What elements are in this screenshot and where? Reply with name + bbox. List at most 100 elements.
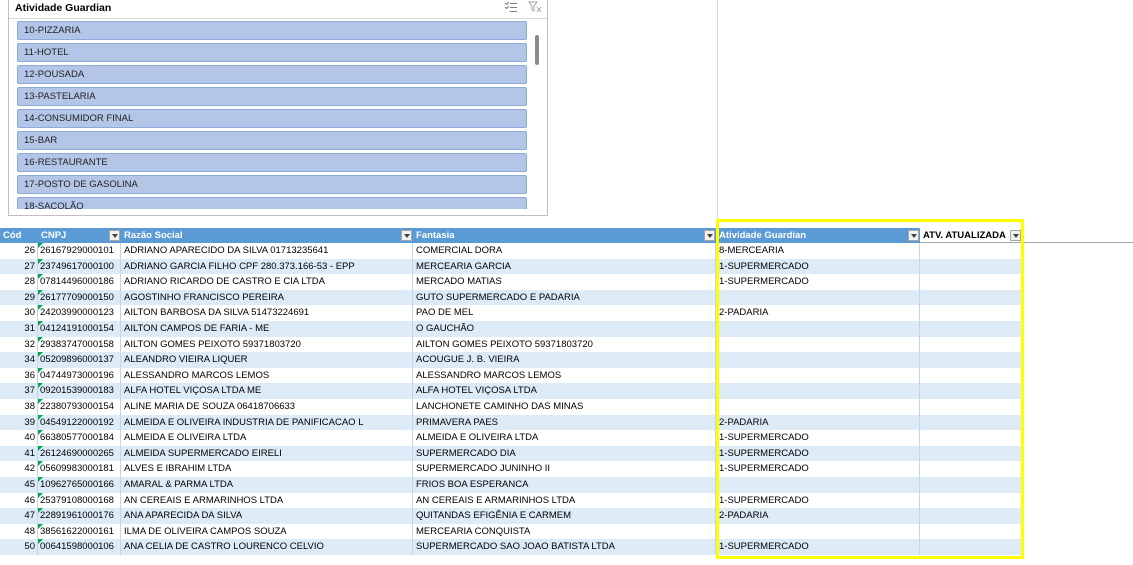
- cell-cod[interactable]: 48: [0, 523, 38, 540]
- cell-cnpj[interactable]: 07814496000186: [38, 274, 121, 290]
- cell-fantasia[interactable]: ALFA HOTEL VIÇOSA LTDA: [413, 383, 716, 399]
- cell-fantasia[interactable]: SUPERMERCADO SAO JOAO BATISTA LTDA: [413, 539, 716, 555]
- table-row[interactable]: 36 04744973000196 ALESSANDRO MARCOS LEMOS A…: [0, 367, 1022, 384]
- cell-fantasia[interactable]: COMERCIAL DORA: [413, 243, 716, 259]
- cell-atividade[interactable]: 1-SUPERMERCADO: [716, 258, 920, 275]
- cell-atividade[interactable]: [716, 289, 920, 306]
- slicer-item[interactable]: 17-POSTO DE GASOLINA: [17, 175, 527, 194]
- cell-cod[interactable]: 41: [0, 445, 38, 462]
- cell-cnpj[interactable]: 09201539000183: [38, 383, 121, 399]
- cell-razao[interactable]: ANA CELIA DE CASTRO LOURENCO CELVIO: [121, 539, 413, 555]
- table-row[interactable]: 34 05209896000137 ALEANDRO VIEIRA LIQUER AC…: [0, 352, 1022, 368]
- cell-cod[interactable]: 47: [0, 508, 38, 524]
- cell-cnpj[interactable]: 23749617000100: [38, 258, 121, 275]
- cell-cnpj[interactable]: 04549122000192: [38, 414, 121, 431]
- cell-cnpj[interactable]: 26167929000101: [38, 243, 121, 259]
- cell-fantasia[interactable]: ALMEIDA E OLIVEIRA LTDA: [413, 430, 716, 446]
- cell-atividade[interactable]: 1-SUPERMERCADO: [716, 492, 920, 509]
- filter-dropdown-atualizada-icon[interactable]: [1010, 230, 1021, 241]
- cell-fantasia[interactable]: GUTO SUPERMERCADO E PADARIA: [413, 289, 716, 306]
- cell-fantasia[interactable]: ACOUGUE J. B. VIEIRA: [413, 352, 716, 368]
- cell-atividade[interactable]: [716, 336, 920, 353]
- cell-cnpj[interactable]: 10962765000166: [38, 477, 121, 493]
- cell-atualizada[interactable]: [920, 492, 1022, 509]
- cell-razao[interactable]: ILMA DE OLIVEIRA CAMPOS SOUZA: [121, 523, 413, 540]
- header-fantasia[interactable]: Fantasia: [413, 228, 716, 243]
- cell-cod[interactable]: 50: [0, 539, 38, 555]
- cell-cnpj[interactable]: 22891961000176: [38, 508, 121, 524]
- cell-razao[interactable]: ALMEIDA SUPERMERCADO EIRELI: [121, 445, 413, 462]
- table-row[interactable]: 29 26177709000150 AGOSTINHO FRANCISCO PERE…: [0, 289, 1022, 306]
- cell-fantasia[interactable]: AN CEREAIS E ARMARINHOS LTDA: [413, 492, 716, 509]
- cell-razao[interactable]: ALMEIDA E OLIVEIRA INDUSTRIA DE PANIFICA…: [121, 414, 413, 431]
- multi-select-icon[interactable]: [503, 1, 519, 15]
- header-razao-social[interactable]: Razão Social: [121, 228, 413, 243]
- cell-cod[interactable]: 28: [0, 274, 38, 290]
- cell-cod[interactable]: 42: [0, 461, 38, 477]
- cell-cnpj[interactable]: 38561622000161: [38, 523, 121, 540]
- cell-razao[interactable]: ALFA HOTEL VIÇOSA LTDA ME: [121, 383, 413, 399]
- cell-atividade[interactable]: 2-PADARIA: [716, 305, 920, 321]
- table-row[interactable]: 27 23749617000100 ADRIANO GARCIA FILHO CPF…: [0, 258, 1022, 275]
- slicer-item[interactable]: 13-PASTELARIA: [17, 87, 527, 106]
- slicer-item[interactable]: 12-POUSADA: [17, 65, 527, 84]
- cell-atividade[interactable]: 1-SUPERMERCADO: [716, 430, 920, 446]
- table-row[interactable]: 46 25379108000168 AN CEREAIS E ARMARINHOS …: [0, 492, 1022, 509]
- cell-cnpj[interactable]: 24203990000123: [38, 305, 121, 321]
- cell-razao[interactable]: ALEANDRO VIEIRA LIQUER: [121, 352, 413, 368]
- cell-cnpj[interactable]: 29383747000158: [38, 336, 121, 353]
- cell-cod[interactable]: 39: [0, 414, 38, 431]
- cell-atualizada[interactable]: [920, 383, 1022, 399]
- cell-cnpj[interactable]: 25379108000168: [38, 492, 121, 509]
- cell-fantasia[interactable]: PRIMAVERA PAES: [413, 414, 716, 431]
- cell-fantasia[interactable]: PAO DE MEL: [413, 305, 716, 321]
- cell-atualizada[interactable]: [920, 321, 1022, 337]
- cell-cnpj[interactable]: 04124191000154: [38, 321, 121, 337]
- filter-dropdown-atividade-icon[interactable]: [908, 230, 919, 241]
- cell-cod[interactable]: 45: [0, 477, 38, 493]
- cell-atividade[interactable]: [716, 352, 920, 368]
- cell-atualizada[interactable]: [920, 461, 1022, 477]
- cell-fantasia[interactable]: O GAUCHÃO: [413, 321, 716, 337]
- cell-cod[interactable]: 31: [0, 321, 38, 337]
- cell-cnpj[interactable]: 22380793000154: [38, 399, 121, 415]
- cell-fantasia[interactable]: SUPERMERCADO DIA: [413, 445, 716, 462]
- table-row[interactable]: 30 24203990000123 AILTON BARBOSA DA SILVA …: [0, 305, 1022, 321]
- filter-dropdown-cnpj-icon[interactable]: [109, 230, 120, 241]
- filter-dropdown-fantasia-icon[interactable]: [704, 230, 715, 241]
- cell-atualizada[interactable]: [920, 367, 1022, 384]
- table-row[interactable]: 37 09201539000183 ALFA HOTEL VIÇOSA LTDA M…: [0, 383, 1022, 399]
- cell-cod[interactable]: 32: [0, 336, 38, 353]
- slicer-item[interactable]: 15-BAR: [17, 131, 527, 150]
- header-atividade-guardian[interactable]: Atividade Guardian: [716, 228, 920, 243]
- slicer-item[interactable]: 18-SACOLÃO: [17, 197, 527, 209]
- cell-atividade[interactable]: 1-SUPERMERCADO: [716, 445, 920, 462]
- cell-fantasia[interactable]: MERCADO MATIAS: [413, 274, 716, 290]
- table-row[interactable]: 50 00641598000106 ANA CELIA DE CASTRO LOUR…: [0, 539, 1022, 555]
- cell-fantasia[interactable]: QUITANDAS EFIGÊNIA E CARMEM: [413, 508, 716, 524]
- cell-atividade[interactable]: [716, 367, 920, 384]
- slicer-item[interactable]: 10-PIZZARIA: [17, 21, 527, 40]
- cell-cod[interactable]: 26: [0, 243, 38, 259]
- slicer-item[interactable]: 16-RESTAURANTE: [17, 153, 527, 172]
- cell-atividade[interactable]: 8-MERCEARIA: [716, 243, 920, 259]
- table-row[interactable]: 38 22380793000154 ALINE MARIA DE SOUZA 064…: [0, 399, 1022, 415]
- cell-razao[interactable]: ALINE MARIA DE SOUZA 06418706633: [121, 399, 413, 415]
- cell-cod[interactable]: 36: [0, 367, 38, 384]
- cell-atualizada[interactable]: [920, 289, 1022, 306]
- table-row[interactable]: 48 38561622000161 ILMA DE OLIVEIRA CAMPOS …: [0, 523, 1022, 540]
- cell-cnpj[interactable]: 00641598000106: [38, 539, 121, 555]
- cell-cnpj[interactable]: 26177709000150: [38, 289, 121, 306]
- table-row[interactable]: 32 29383747000158 AILTON GOMES PEIXOTO 593…: [0, 336, 1022, 353]
- cell-razao[interactable]: ADRIANO GARCIA FILHO CPF 280.373.166-53 …: [121, 258, 413, 275]
- cell-razao[interactable]: ALMEIDA E OLIVEIRA LTDA: [121, 430, 413, 446]
- cell-atualizada[interactable]: [920, 243, 1022, 259]
- cell-atualizada[interactable]: [920, 336, 1022, 353]
- cell-atualizada[interactable]: [920, 352, 1022, 368]
- table-row[interactable]: 26 26167929000101 ADRIANO APARECIDO DA SIL…: [0, 243, 1022, 259]
- cell-cod[interactable]: 46: [0, 492, 38, 509]
- cell-atividade[interactable]: [716, 477, 920, 493]
- header-atv-atualizada[interactable]: ATV. ATUALIZADA: [920, 228, 1022, 243]
- cell-atualizada[interactable]: [920, 430, 1022, 446]
- table-row[interactable]: 31 04124191000154 AILTON CAMPOS DE FARIA -…: [0, 321, 1022, 337]
